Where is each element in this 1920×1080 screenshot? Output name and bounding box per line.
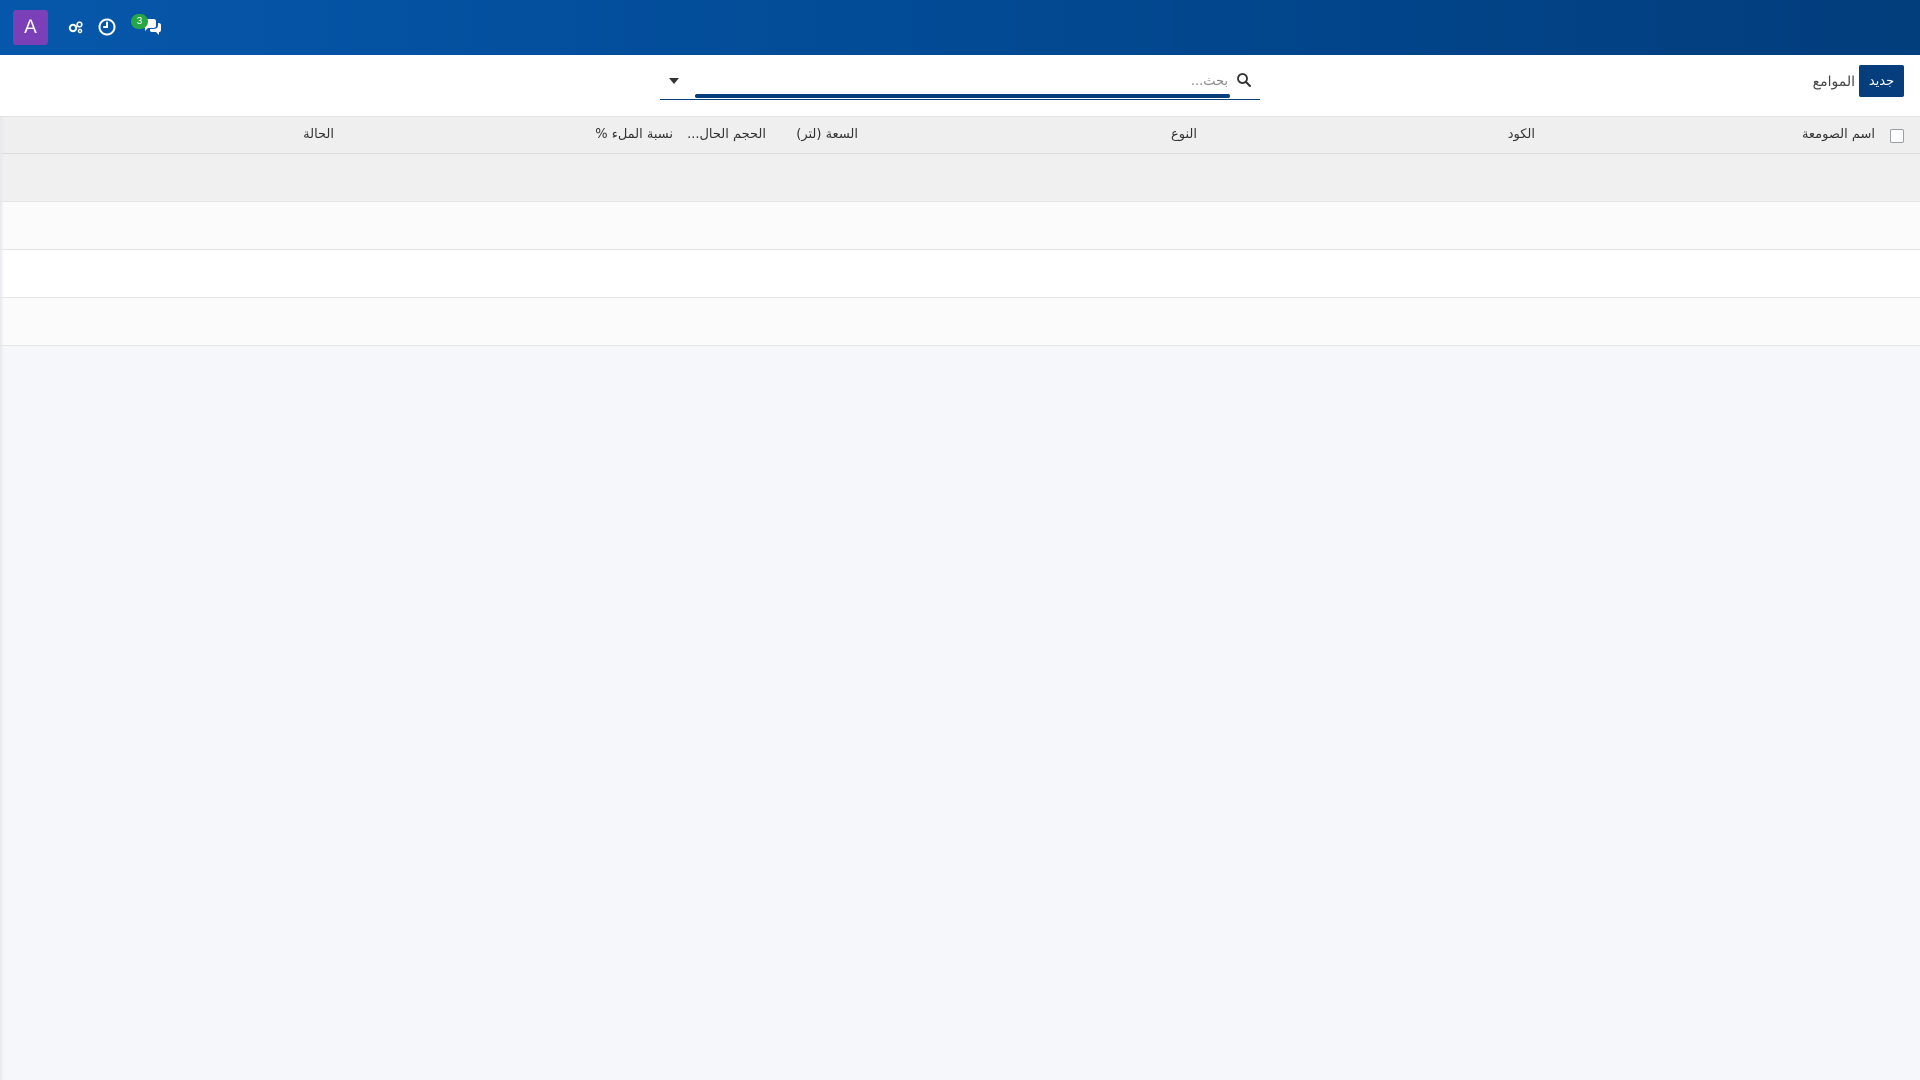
column-header-fill-ratio[interactable]: نسبة الملء % [595,127,673,142]
column-header-type[interactable]: النوع [1171,127,1197,142]
search-focus-bar [695,94,1230,98]
control-panel: جديد الموامع [0,55,1920,117]
column-header-capacity[interactable]: السعة (لتر) [796,127,858,142]
new-button[interactable]: جديد [1859,65,1904,97]
left-edge-shadow [0,117,4,1080]
clock-icon[interactable] [95,16,119,38]
caret-down-icon [669,78,679,84]
table-header: اسم الصومعة الكود النوع السعة (لتر) الحج… [0,117,1920,154]
table-row[interactable] [0,154,1920,202]
table-row[interactable] [0,202,1920,250]
column-header-current-volume[interactable]: الحجم الحال... [687,127,766,142]
search-options-toggle[interactable] [660,69,688,93]
breadcrumb: الموامع [1812,74,1855,90]
top-navbar: A 3 [0,0,1920,55]
user-avatar[interactable]: A [13,10,48,45]
list-table: اسم الصومعة الكود النوع السعة (لتر) الحج… [0,117,1920,346]
table-row[interactable] [0,250,1920,298]
search-bar [660,65,1260,100]
search-icon [1237,73,1251,87]
column-header-status[interactable]: الحالة [303,127,334,142]
chat-count-badge: 3 [131,14,148,29]
column-header-code[interactable]: الكود [1508,127,1535,142]
select-all-checkbox[interactable] [1890,129,1904,143]
column-header-name[interactable]: اسم الصومعة [1802,127,1875,142]
table-row[interactable] [0,298,1920,346]
search-input[interactable] [695,69,1230,93]
gears-icon[interactable] [64,16,88,38]
